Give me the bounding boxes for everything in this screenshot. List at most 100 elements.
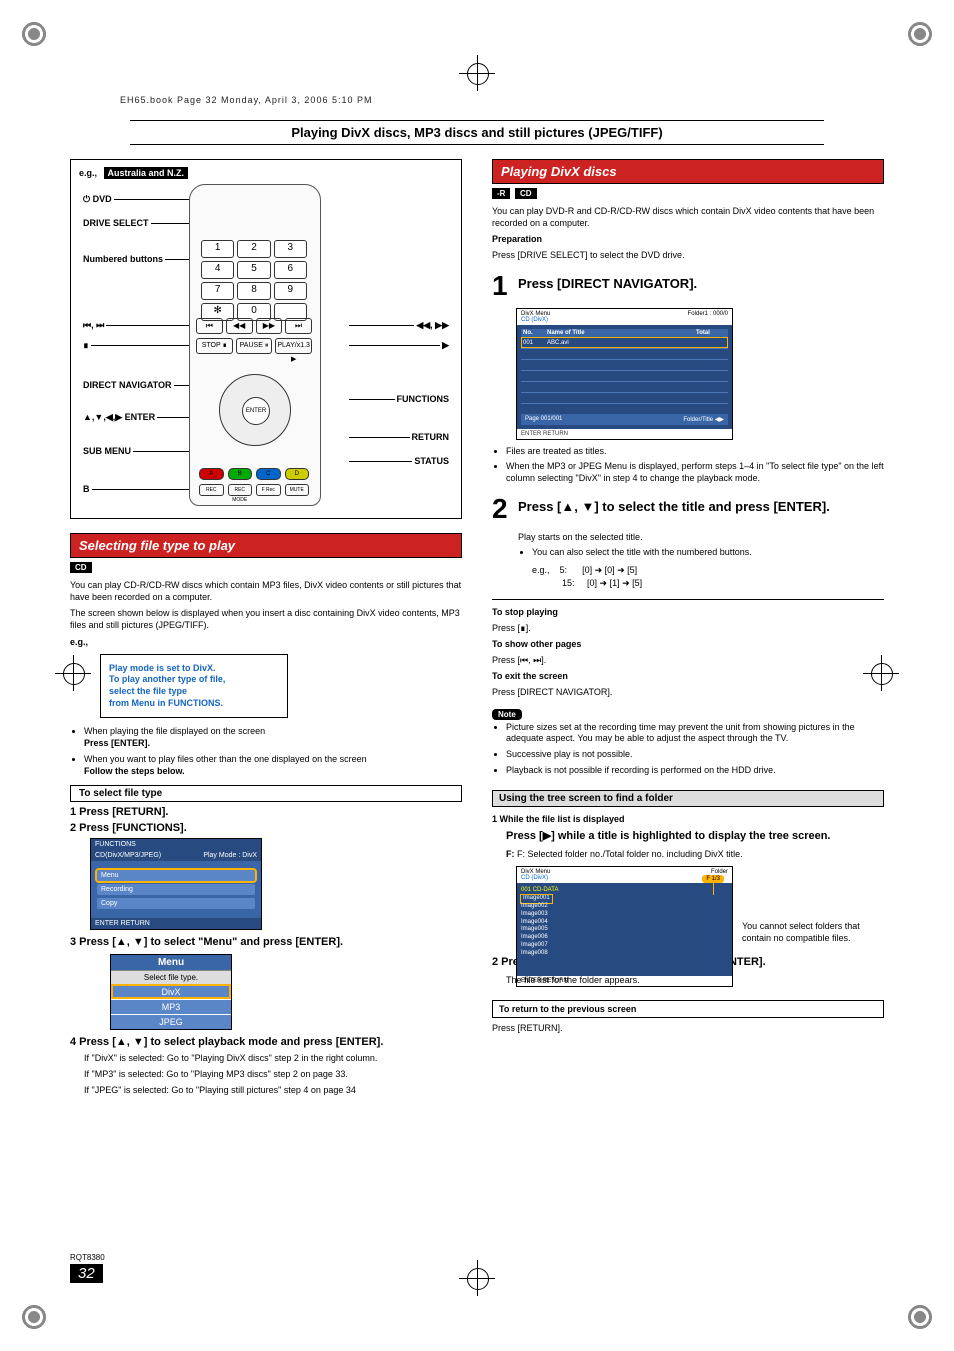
- lbl-r-play: ▶: [442, 340, 449, 351]
- step-3: 3 Press [▲, ▼] to select "Menu" and pres…: [70, 936, 462, 948]
- key-9: 9: [274, 282, 307, 300]
- key-next: ⏭: [285, 318, 312, 334]
- screen-note: The screen shown below is displayed when…: [70, 607, 462, 631]
- divx-intro: You can play DVD-R and CD-R/CD-RW discs …: [492, 205, 884, 229]
- col-total: Total: [694, 329, 728, 338]
- transport-keys: ⏮ ◀◀ ▶▶ ⏭: [196, 318, 312, 334]
- remote-diagram: e.g., Australia and N.Z. ⏻ DVD DRIVE SEL…: [70, 159, 462, 519]
- to-select-file-type-bar: To select file type: [70, 785, 462, 802]
- divx-menu-screen: DivX MenuCD (DivX) Folder1 : 000/0 No. N…: [516, 308, 733, 440]
- menu-title: Menu: [111, 955, 231, 970]
- key-8: 8: [237, 282, 270, 300]
- lbl-r-status: STATUS: [414, 456, 449, 466]
- lbl-sub-menu: SUB MENU: [83, 446, 131, 456]
- registration-mark: [863, 655, 899, 691]
- lbl-r-return: RETURN: [412, 432, 450, 442]
- note1: Picture sizes set at the recording time …: [506, 722, 884, 745]
- stop-t: Press [∎].: [492, 622, 884, 634]
- tree-s1b: Press [▶] while a title is highlighted t…: [506, 829, 884, 844]
- lbl-b: B: [83, 484, 90, 494]
- s2-sub: Play starts on the selected title.: [518, 531, 884, 543]
- key-6: 6: [274, 261, 307, 279]
- eg-label: e.g.,: [79, 168, 97, 178]
- s1-bullet2: When the MP3 or JPEG Menu is displayed, …: [506, 461, 884, 484]
- lbl-skip: ⏮, ⏭: [83, 320, 104, 331]
- number-keys: 1 2 3 4 5 6 7 8 9 ✻ 0: [201, 240, 307, 321]
- page-number: 32: [70, 1264, 103, 1283]
- bullet-play-displayed: When playing the file displayed on the s…: [84, 726, 462, 749]
- func-source: CD(DivX/MP3/JPEG): [95, 852, 161, 859]
- func-hints: ENTER RETURN: [95, 920, 150, 927]
- big-2: 2: [492, 493, 518, 525]
- color-c: C: [256, 468, 281, 480]
- func-row-recording: Recording: [97, 884, 255, 895]
- page-footer: RQT8380 32: [70, 1253, 105, 1283]
- lbl-direct-nav: DIRECT NAVIGATOR: [83, 380, 172, 390]
- functions-screen: FUNCTIONS CD(DivX/MP3/JPEG) Play Mode : …: [90, 838, 262, 930]
- func-mode: Play Mode : DivX: [203, 852, 257, 859]
- key-recmode: REC MODE: [228, 484, 253, 496]
- bottom-row: REC REC MODE F Rec MUTE: [199, 484, 309, 496]
- key-rew: ◀◀: [226, 318, 253, 334]
- func-row-menu: Menu: [97, 870, 255, 881]
- region-pill: Australia and N.Z.: [104, 167, 189, 179]
- pages-h: To show other pages: [492, 639, 581, 649]
- lbl-r-functions: FUNCTIONS: [397, 394, 450, 404]
- exit-h: To exit the screen: [492, 671, 568, 681]
- key-4: 4: [201, 261, 234, 279]
- eg-message-box: Play mode is set to DivX. To play anothe…: [100, 654, 288, 719]
- prep-heading: Preparation: [492, 234, 542, 244]
- pages-t: Press [⏮, ⏭].: [492, 654, 884, 666]
- key-play: PLAY/x1.3 ▶: [275, 338, 312, 354]
- col-name: Name of Title: [545, 329, 694, 338]
- registration-mark: [55, 655, 91, 691]
- s2-bullet: You can also select the title with the n…: [532, 547, 884, 559]
- bullet-other-files: When you want to play files other than t…: [84, 754, 462, 777]
- select-file-type-heading: Selecting file type to play: [70, 533, 462, 558]
- s1-bullet1: Files are treated as titles.: [506, 446, 884, 458]
- key-mute: MUTE: [285, 484, 310, 496]
- key-ff: ▶▶: [256, 318, 283, 334]
- rqt-code: RQT8380: [70, 1253, 105, 1262]
- key-stop: STOP ∎: [196, 338, 233, 354]
- folder-note: You cannot select folders that contain n…: [742, 921, 862, 944]
- lbl-dvd: ⏻ DVD: [83, 194, 112, 205]
- menu-mp3: MP3: [111, 999, 231, 1014]
- return-heading: To return to the previous screen: [492, 1000, 884, 1018]
- note-pill: Note: [492, 709, 522, 720]
- tag-cd: CD: [515, 188, 537, 199]
- if-jpeg: If "JPEG" is selected: Go to "Playing st…: [84, 1084, 462, 1096]
- color-buttons: A B C D: [199, 468, 309, 480]
- key-prev: ⏮: [196, 318, 223, 334]
- book-header-line: EH65.book Page 32 Monday, April 3, 2006 …: [120, 95, 372, 105]
- tree-f: F: F: Selected folder no./Total folder n…: [506, 848, 884, 860]
- nav-circle: ENTER: [219, 374, 291, 446]
- big-1: 1: [492, 270, 518, 302]
- menu-screen: Menu Select file type. DivX MP3 JPEG: [110, 954, 232, 1030]
- lbl-drive-select: DRIVE SELECT: [83, 218, 149, 228]
- tree-s1a: 1 While the file list is displayed: [492, 813, 884, 825]
- key-2: 2: [237, 240, 270, 258]
- registration-mark: [459, 1260, 495, 1296]
- return-text: Press [RETURN].: [492, 1022, 884, 1034]
- crop-mark: [20, 1303, 48, 1331]
- func-row-copy: Copy: [97, 898, 255, 909]
- color-d: D: [285, 468, 310, 480]
- folder-count-tag: F 1/3: [702, 875, 724, 883]
- note2: Successive play is not possible.: [506, 749, 884, 761]
- step-2: 2 Press [FUNCTIONS].: [70, 822, 462, 834]
- folder-tree-screen: DivX MenuCD (DivX) Folder F 1/3 001 CD-D…: [516, 866, 733, 987]
- menu-divx: DivX: [111, 984, 231, 999]
- color-a: A: [199, 468, 224, 480]
- page-title: Playing DivX discs, MP3 discs and still …: [130, 120, 824, 145]
- step-1: 1 Press [RETURN].: [70, 806, 462, 818]
- note3: Playback is not possible if recording is…: [506, 765, 884, 777]
- exit-t: Press [DIRECT NAVIGATOR].: [492, 686, 884, 698]
- eg-label: e.g.,: [70, 636, 462, 648]
- color-b: B: [228, 468, 253, 480]
- tag-r: -R: [492, 188, 510, 199]
- enter-button: ENTER: [242, 397, 270, 425]
- key-pause: PAUSE ⏸: [236, 338, 273, 354]
- playing-divx-heading: Playing DivX discs: [492, 159, 884, 184]
- lbl-r-skip: ◀◀, ▶▶: [416, 320, 449, 331]
